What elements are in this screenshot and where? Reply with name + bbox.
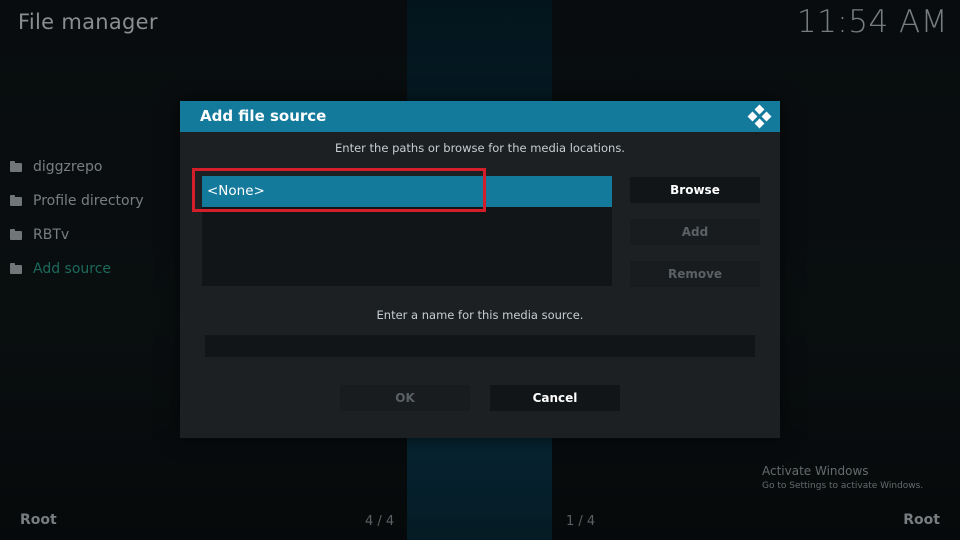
browse-button[interactable]: Browse — [630, 177, 760, 203]
source-name-input[interactable] — [205, 335, 755, 357]
dialog-header: Add file source — [180, 101, 780, 132]
ok-button[interactable]: OK — [340, 385, 470, 411]
paths-instruction: Enter the paths or browse for the media … — [335, 141, 625, 155]
kodi-logo-icon — [747, 104, 772, 129]
cancel-button[interactable]: Cancel — [490, 385, 620, 411]
dialog-title: Add file source — [200, 107, 327, 125]
remove-button[interactable]: Remove — [630, 261, 760, 287]
add-button[interactable]: Add — [630, 219, 760, 245]
add-file-source-dialog: Add file source Enter the paths or brows… — [180, 101, 780, 438]
highlight-annotation — [192, 168, 486, 212]
name-instruction: Enter a name for this media source. — [376, 308, 584, 322]
